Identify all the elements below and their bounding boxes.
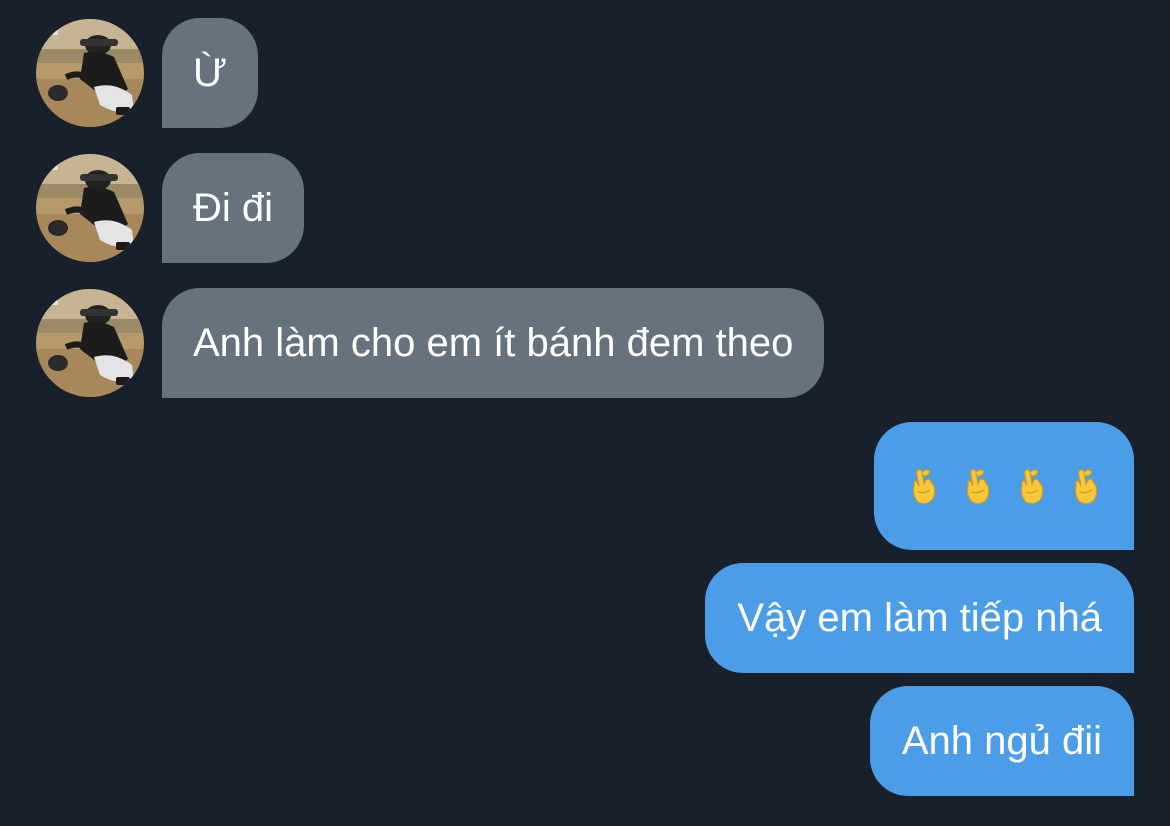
emoji-group <box>906 466 1102 506</box>
contact-avatar[interactable] <box>36 289 144 397</box>
incoming-message[interactable]: Ừ <box>162 18 259 128</box>
message-text: Anh ngủ đii <box>901 718 1102 763</box>
finger-heart-emoji-icon <box>960 466 994 506</box>
finger-heart-emoji-icon <box>1068 466 1102 506</box>
contact-avatar[interactable] <box>36 19 144 127</box>
avatar-image <box>36 154 144 262</box>
outgoing-message[interactable] <box>874 422 1134 550</box>
finger-heart-emoji-icon <box>1014 466 1048 506</box>
message-text: Ừ <box>193 50 228 95</box>
avatar-image <box>36 19 144 127</box>
incoming-message[interactable]: Đi đi <box>162 153 305 263</box>
avatar-image <box>36 289 144 397</box>
outgoing-message[interactable]: Vậy em làm tiếp nhá <box>705 563 1134 673</box>
contact-avatar[interactable] <box>36 154 144 262</box>
outgoing-message[interactable]: Anh ngủ đii <box>869 686 1134 796</box>
message-text: Anh làm cho em ít bánh đem theo <box>193 320 794 365</box>
chat-thread: Ừ Đi đi Anh làm cho em ít bánh đem theo … <box>0 0 1170 826</box>
message-text: Vậy em làm tiếp nhá <box>737 595 1102 640</box>
incoming-message[interactable]: Anh làm cho em ít bánh đem theo <box>162 288 825 398</box>
finger-heart-emoji-icon <box>906 466 940 506</box>
message-text: Đi đi <box>193 185 274 230</box>
